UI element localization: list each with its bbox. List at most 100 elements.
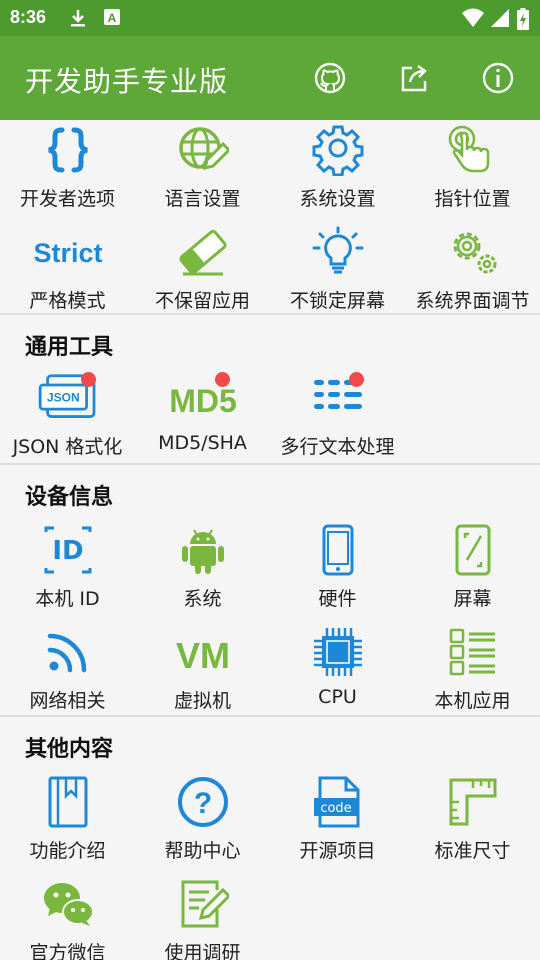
section-divider (0, 463, 540, 465)
multiline-text-item[interactable]: 多行文本处理 (270, 372, 405, 472)
strict-mode-item[interactable]: Strict 严格模式 (0, 226, 135, 326)
item-label: 系统 (183, 588, 222, 610)
item-label: 开源项目 (299, 840, 376, 862)
section-title-device-info: 设备信息 (25, 485, 114, 510)
svg-text:code: code (320, 801, 351, 816)
open-source-item[interactable]: code 开源项目 (270, 776, 405, 876)
android-icon (182, 529, 224, 574)
battery-icon (517, 8, 529, 30)
screen-item[interactable]: 屏幕 (405, 524, 540, 624)
item-label: MD5/SHA (158, 432, 247, 454)
item-label: 标准尺寸 (434, 840, 511, 862)
item-label: CPU (318, 686, 357, 708)
item-label: 严格模式 (29, 290, 106, 312)
developer-options-item[interactable]: 开发者选项 (0, 124, 135, 224)
item-label: 虚拟机 (173, 690, 231, 712)
item-label: 功能介绍 (29, 840, 106, 862)
item-label: 官方微信 (29, 942, 106, 960)
main-content: 开发者选项 语言设置 系统设置 指针位置 Strict 严格模式 不保留应用 不… (0, 120, 540, 960)
feature-intro-item[interactable]: 功能介绍 (0, 776, 135, 876)
wechat-item[interactable]: 官方微信 (0, 878, 135, 960)
item-label: 屏幕 (453, 588, 492, 610)
svg-text:JSON: JSON (47, 391, 80, 405)
share-icon[interactable] (396, 60, 432, 96)
svg-text:MD5: MD5 (169, 383, 237, 419)
item-label: 帮助中心 (164, 840, 241, 862)
item-label: 系统界面调节 (415, 290, 530, 312)
stay-awake-item[interactable]: 不锁定屏幕 (270, 226, 405, 326)
new-badge (349, 372, 364, 387)
bulb-icon (312, 226, 364, 274)
svg-text:A: A (108, 11, 117, 25)
info-icon[interactable] (480, 60, 516, 96)
new-badge (215, 372, 230, 387)
wifi-icon (462, 8, 484, 27)
gear-icon (312, 125, 364, 176)
json-formatter-item[interactable]: JSON JSON 格式化 (0, 372, 135, 472)
network-item[interactable]: 网络相关 (0, 626, 135, 726)
help-center-item[interactable]: ? 帮助中心 (135, 776, 270, 876)
pointer-touch-icon (448, 125, 490, 173)
hardware-item[interactable]: 硬件 (270, 524, 405, 624)
id-icon: ID (44, 526, 92, 574)
item-label: 本机应用 (434, 690, 511, 712)
svg-text:?: ? (194, 787, 212, 820)
gears-icon (453, 232, 497, 274)
wechat-icon (44, 883, 94, 926)
item-label: 多行文本处理 (280, 436, 395, 458)
eraser-icon (179, 229, 227, 276)
phone-icon (322, 524, 354, 576)
book-icon (48, 776, 88, 828)
status-time: 8:36 (10, 7, 47, 27)
globe-pencil-icon (179, 127, 229, 171)
item-label: 硬件 (318, 588, 357, 610)
signal-icon (491, 9, 509, 27)
vm-icon: VM (176, 635, 230, 676)
installed-apps-item[interactable]: 本机应用 (405, 626, 540, 726)
item-label: 本机 ID (35, 588, 100, 610)
svg-text:ID: ID (52, 536, 83, 566)
item-label: 系统设置 (299, 188, 376, 210)
user-survey-item[interactable]: 使用调研 (135, 878, 270, 960)
download-icon (71, 10, 85, 27)
section-divider (0, 313, 540, 315)
language-settings-item[interactable]: 语言设置 (135, 124, 270, 224)
item-label: JSON 格式化 (12, 436, 123, 458)
github-icon[interactable] (312, 60, 348, 96)
system-item[interactable]: 系统 (135, 524, 270, 624)
ruler-icon (449, 778, 497, 826)
screen-icon (455, 524, 491, 576)
item-label: 不保留应用 (154, 290, 250, 312)
standard-size-item[interactable]: 标准尺寸 (405, 776, 540, 876)
item-label: 开发者选项 (19, 188, 115, 210)
new-badge (81, 372, 96, 387)
app-bar: 开发助手专业版 (0, 36, 540, 120)
code-file-icon: code (314, 776, 360, 828)
item-label: 不锁定屏幕 (289, 290, 385, 312)
app-title: 开发助手专业版 (25, 65, 229, 98)
braces-icon (48, 127, 88, 173)
md5-sha-item[interactable]: MD5 MD5/SHA (135, 372, 270, 472)
system-settings-item[interactable]: 系统设置 (270, 124, 405, 224)
help-icon: ? (178, 777, 228, 827)
strict-icon: Strict (33, 238, 102, 268)
device-id-item[interactable]: ID 本机 ID (0, 524, 135, 624)
font-icon: A (104, 9, 120, 25)
survey-icon (181, 880, 229, 928)
item-label: 指针位置 (434, 188, 511, 210)
section-title-tools: 通用工具 (25, 335, 114, 360)
section-title-other: 其他内容 (25, 737, 114, 762)
svg-text:Strict: Strict (33, 238, 102, 268)
item-label: 网络相关 (29, 690, 106, 712)
cpu-item[interactable]: CPU (270, 626, 405, 726)
item-label: 使用调研 (164, 942, 241, 960)
dont-keep-activities-item[interactable]: 不保留应用 (135, 226, 270, 326)
status-bar: 8:36 A (0, 0, 540, 36)
cpu-icon (314, 628, 362, 676)
app-list-icon (449, 628, 495, 676)
pointer-location-item[interactable]: 指针位置 (405, 124, 540, 224)
virtual-machine-item[interactable]: VM 虚拟机 (135, 626, 270, 726)
svg-text:VM: VM (176, 635, 230, 676)
item-label: 语言设置 (164, 188, 241, 210)
system-ui-tuner-item[interactable]: 系统界面调节 (405, 226, 540, 326)
